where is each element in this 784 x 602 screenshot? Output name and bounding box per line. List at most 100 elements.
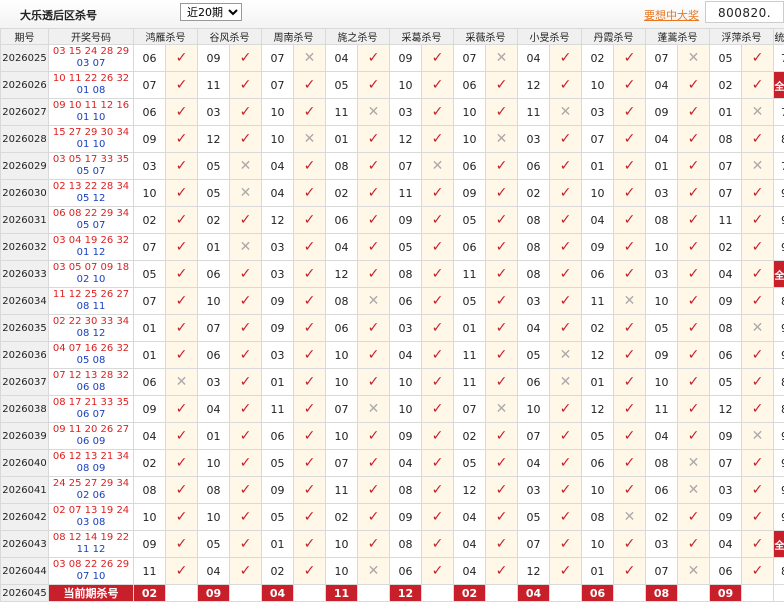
- kill-number: 10: [326, 531, 358, 558]
- col-header-penghao: 蓬蒿杀号: [646, 29, 710, 45]
- check-icon: ✓: [166, 288, 198, 315]
- kill-number: 10: [326, 423, 358, 450]
- period-cell: 2026044: [1, 558, 49, 585]
- front-numbers: 24 25 27 29 34: [49, 478, 133, 490]
- check-icon: ✓: [486, 558, 518, 585]
- period-cell: 2026039: [1, 423, 49, 450]
- empty-cell: [678, 585, 710, 602]
- kill-number: 09: [262, 288, 294, 315]
- kill-number: 07: [326, 396, 358, 423]
- check-icon: ✓: [230, 342, 262, 369]
- empty-cell: [486, 585, 518, 602]
- stat-cell: 9: [774, 504, 784, 531]
- kill-number: 08: [646, 450, 678, 477]
- check-icon: ✓: [166, 126, 198, 153]
- kill-number: 05: [646, 315, 678, 342]
- cross-icon: ✕: [358, 558, 390, 585]
- kill-number: 05: [518, 504, 550, 531]
- kill-number: 09: [390, 504, 422, 531]
- empty-cell: [550, 585, 582, 602]
- kill-number: 07: [518, 423, 550, 450]
- empty-cell: [166, 585, 198, 602]
- draw-numbers-cell: 08 17 21 33 3506 07: [49, 396, 134, 423]
- check-icon: ✓: [422, 99, 454, 126]
- kill-number: 08: [518, 261, 550, 288]
- check-icon: ✓: [486, 369, 518, 396]
- check-icon: ✓: [678, 234, 710, 261]
- kill-number: 03: [646, 531, 678, 558]
- kill-number: 07: [710, 450, 742, 477]
- kill-number: 04: [134, 423, 166, 450]
- table-row: 202604124 25 27 29 3402 0608✓08✓09✓11✓08…: [1, 477, 784, 504]
- kill-number: 06: [454, 72, 486, 99]
- kill-number: 02: [518, 180, 550, 207]
- draw-numbers-cell: 08 12 14 19 2211 12: [49, 531, 134, 558]
- kill-number: 02: [454, 423, 486, 450]
- kill-number: 04: [646, 126, 678, 153]
- check-icon: ✓: [166, 477, 198, 504]
- front-numbers: 08 17 21 33 35: [49, 397, 133, 409]
- cross-icon: ✕: [486, 126, 518, 153]
- check-icon: ✓: [486, 99, 518, 126]
- back-numbers: 03 07: [49, 58, 133, 70]
- cross-icon: ✕: [550, 369, 582, 396]
- check-icon: ✓: [678, 126, 710, 153]
- check-icon: ✓: [230, 396, 262, 423]
- kill-number: 03: [390, 99, 422, 126]
- cross-icon: ✕: [358, 288, 390, 315]
- stat-cell: 9: [774, 477, 784, 504]
- period-cell: 2026043: [1, 531, 49, 558]
- check-icon: ✓: [294, 288, 326, 315]
- stat-cell: 全对: [774, 531, 784, 558]
- kill-number: 10: [646, 234, 678, 261]
- check-icon: ✓: [358, 180, 390, 207]
- check-icon: ✓: [166, 234, 198, 261]
- check-icon: ✓: [230, 450, 262, 477]
- check-icon: ✓: [614, 450, 646, 477]
- kill-number: 07: [390, 153, 422, 180]
- check-icon: ✓: [294, 315, 326, 342]
- period-cell: 2026041: [1, 477, 49, 504]
- period-cell: 2026040: [1, 450, 49, 477]
- kill-number: 05: [710, 45, 742, 72]
- current-kill-number: 11: [326, 585, 358, 602]
- kill-number: 06: [518, 153, 550, 180]
- check-icon: ✓: [358, 261, 390, 288]
- kill-number: 10: [390, 369, 422, 396]
- kill-number: 09: [134, 126, 166, 153]
- check-icon: ✓: [358, 234, 390, 261]
- cross-icon: ✕: [678, 45, 710, 72]
- check-icon: ✓: [422, 234, 454, 261]
- kill-number: 10: [134, 180, 166, 207]
- kill-number: 06: [454, 234, 486, 261]
- check-icon: ✓: [550, 504, 582, 531]
- draw-numbers-cell: 03 04 19 26 3201 12: [49, 234, 134, 261]
- kill-number: 01: [198, 423, 230, 450]
- kill-number: 08: [390, 477, 422, 504]
- check-icon: ✓: [230, 207, 262, 234]
- check-icon: ✓: [550, 288, 582, 315]
- check-icon: ✓: [742, 342, 774, 369]
- kill-number: 12: [518, 558, 550, 585]
- cross-icon: ✕: [742, 423, 774, 450]
- period-range-select[interactable]: 近20期: [180, 3, 242, 21]
- kill-number: 06: [390, 288, 422, 315]
- check-icon: ✓: [486, 315, 518, 342]
- kill-number: 01: [646, 153, 678, 180]
- check-icon: ✓: [358, 477, 390, 504]
- kill-number: 03: [198, 99, 230, 126]
- kill-number: 01: [710, 99, 742, 126]
- check-icon: ✓: [422, 342, 454, 369]
- cross-icon: ✕: [486, 396, 518, 423]
- kill-number: 07: [710, 153, 742, 180]
- check-icon: ✓: [294, 504, 326, 531]
- kill-number: 07: [262, 72, 294, 99]
- kill-number: 02: [646, 504, 678, 531]
- check-icon: ✓: [422, 450, 454, 477]
- kill-number: 07: [646, 558, 678, 585]
- check-icon: ✓: [166, 342, 198, 369]
- promo-link[interactable]: 要想中大奖: [644, 7, 699, 23]
- table-row: 202603203 04 19 26 3201 1207✓01✕03✓04✓05…: [1, 234, 784, 261]
- kill-number: 12: [262, 207, 294, 234]
- kill-number: 06: [710, 342, 742, 369]
